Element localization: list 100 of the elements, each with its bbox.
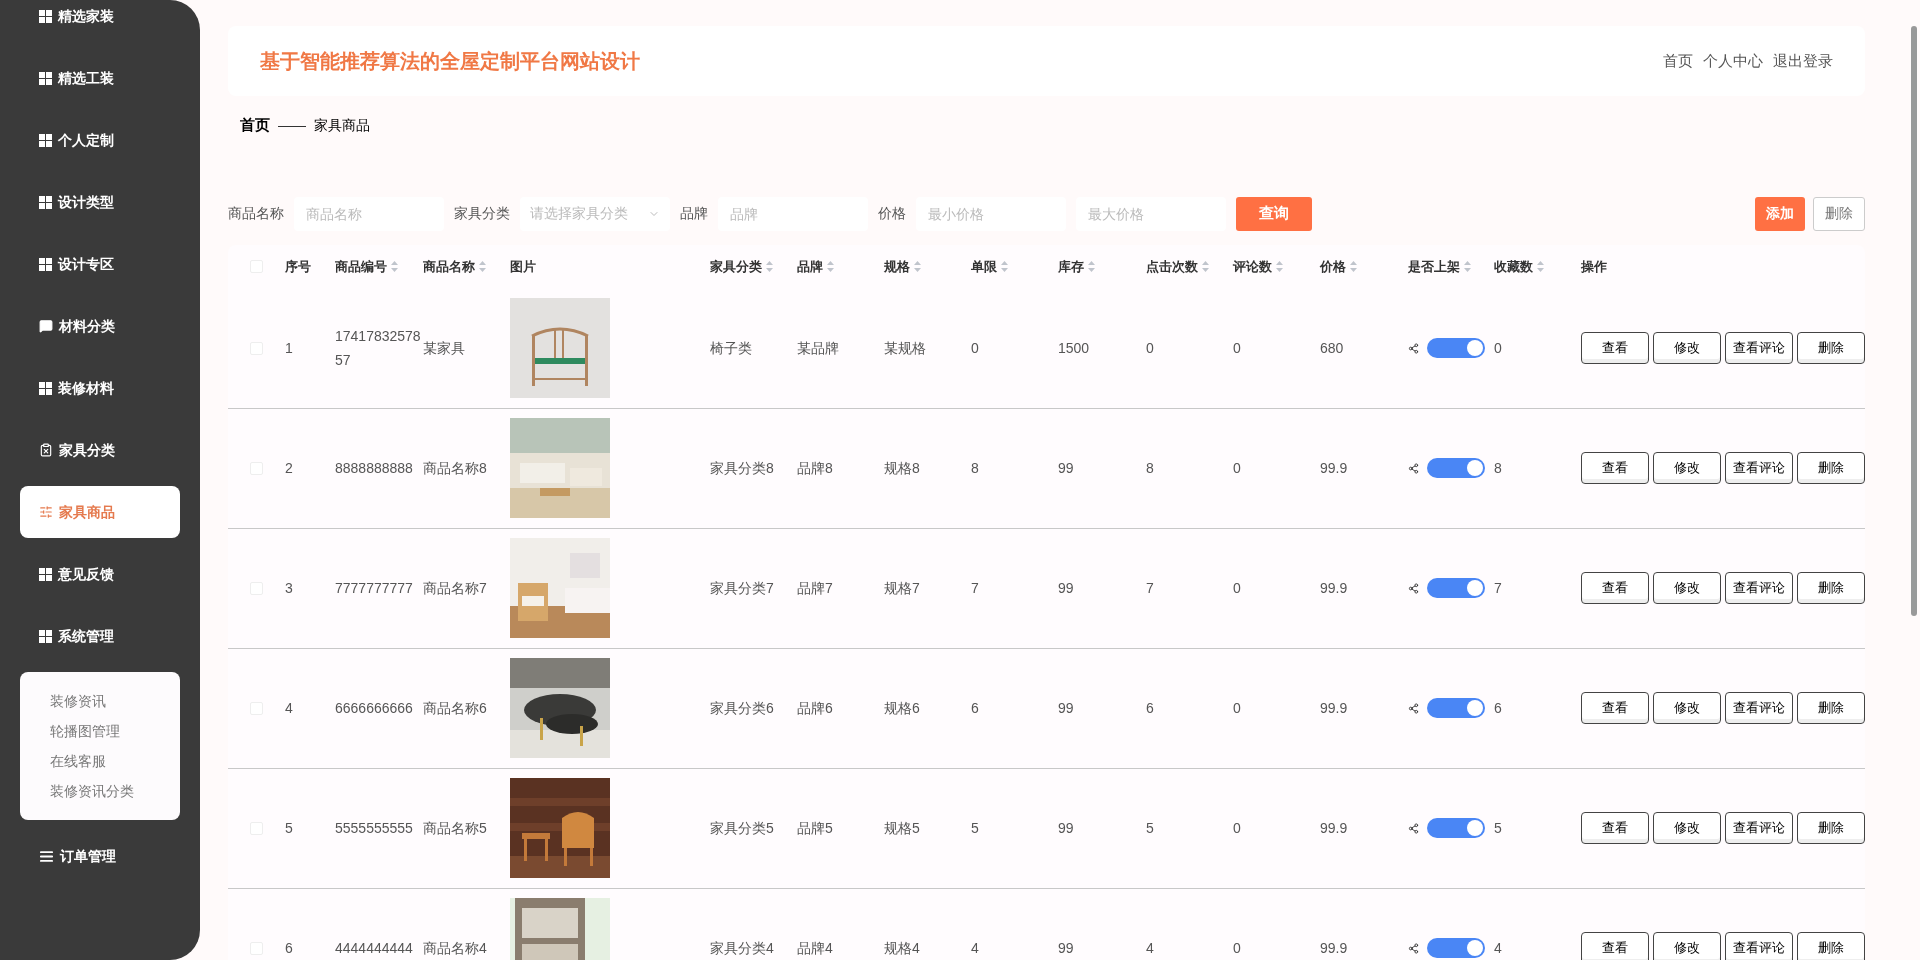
toggle-switch[interactable] — [1427, 578, 1485, 598]
table-cell: 品牌6 — [797, 699, 833, 716]
toggle-switch[interactable] — [1427, 818, 1485, 838]
table-cell: 6 — [285, 940, 293, 956]
sort-icon[interactable] — [1464, 261, 1471, 272]
table-cell: 5555555555 — [335, 820, 413, 836]
sort-icon[interactable] — [1350, 261, 1357, 272]
table-cell: 7777777777 — [335, 580, 413, 596]
table-cell: 2 — [285, 460, 293, 476]
share-icon[interactable] — [1408, 942, 1419, 954]
action-button[interactable]: 查看评论 — [1725, 452, 1793, 484]
action-button[interactable]: 删除 — [1797, 452, 1865, 484]
action-button[interactable]: 删除 — [1797, 572, 1865, 604]
action-button[interactable]: 查看 — [1581, 332, 1649, 364]
table-cell: 99.9 — [1320, 579, 1348, 596]
share-icon[interactable] — [1408, 822, 1419, 834]
sidebar-item[interactable]: 精选家装 — [20, 0, 180, 42]
column-header: 是否上架 — [1408, 257, 1460, 276]
table-cell: 椅子类 — [710, 339, 752, 356]
sidebar-item[interactable]: 材料分类 — [20, 300, 180, 352]
nav-link[interactable]: 退出登录 — [1773, 49, 1833, 73]
sort-icon[interactable] — [1276, 261, 1283, 272]
toggle-switch[interactable] — [1427, 938, 1485, 958]
column-header: 图片 — [510, 257, 536, 276]
sidebar-item[interactable]: 家具分类 — [20, 424, 180, 476]
sidebar-item[interactable]: 设计专区 — [20, 238, 180, 290]
sidebar-item[interactable]: 意见反馈 — [20, 548, 180, 600]
submenu-item[interactable]: 装修资讯分类 — [50, 776, 150, 806]
action-button[interactable]: 修改 — [1653, 452, 1721, 484]
sort-icon[interactable] — [479, 261, 486, 272]
table-cell: 5 — [285, 820, 293, 836]
sort-icon[interactable] — [827, 261, 834, 272]
action-button[interactable]: 查看评论 — [1725, 932, 1793, 960]
sidebar-item[interactable]: 装修材料 — [20, 362, 180, 414]
submenu-item[interactable]: 轮播图管理 — [50, 716, 150, 746]
action-button[interactable]: 删除 — [1797, 692, 1865, 724]
submenu-item[interactable]: 在线客服 — [50, 746, 150, 776]
sort-icon[interactable] — [766, 261, 773, 272]
toggle-switch[interactable] — [1427, 698, 1485, 718]
action-button[interactable]: 查看 — [1581, 932, 1649, 960]
submenu-item[interactable]: 装修资讯 — [50, 686, 150, 716]
toggle-switch[interactable] — [1427, 458, 1485, 478]
sort-icon[interactable] — [1202, 261, 1209, 272]
share-icon[interactable] — [1408, 342, 1419, 354]
sort-icon[interactable] — [1537, 261, 1544, 272]
filter-input[interactable]: 最大价格 — [1076, 196, 1226, 231]
table-cell: 99.9 — [1320, 819, 1348, 836]
action-button[interactable]: 修改 — [1653, 572, 1721, 604]
action-button[interactable]: 删除 — [1797, 332, 1865, 364]
grid-icon — [39, 71, 52, 85]
action-button[interactable]: 查看 — [1581, 452, 1649, 484]
action-button[interactable]: 修改 — [1653, 932, 1721, 960]
table-cell: 规格4 — [884, 939, 920, 956]
table-cell: 0 — [971, 339, 979, 356]
table-cell: 99 — [1058, 579, 1074, 596]
action-button[interactable]: 查看评论 — [1725, 812, 1793, 844]
action-button[interactable]: 查看评论 — [1725, 332, 1793, 364]
filter-input[interactable]: 商品名称 — [294, 196, 444, 231]
action-button[interactable]: 查看 — [1581, 572, 1649, 604]
sort-icon[interactable] — [914, 261, 921, 272]
share-icon[interactable] — [1408, 702, 1419, 714]
sidebar-item[interactable]: 订单管理 — [20, 830, 180, 882]
column-header: 点击次数 — [1146, 257, 1198, 276]
sidebar-item[interactable]: 设计类型 — [20, 176, 180, 228]
action-button[interactable]: 修改 — [1653, 692, 1721, 724]
action-button[interactable]: 查看 — [1581, 812, 1649, 844]
share-icon[interactable] — [1408, 582, 1419, 594]
sidebar-item[interactable]: 系统管理 — [20, 610, 180, 662]
action-button[interactable]: 删除 — [1797, 932, 1865, 960]
toggle-switch[interactable] — [1427, 338, 1485, 358]
table-cell: 0 — [1233, 699, 1241, 716]
delete-button[interactable]: 删除 — [1813, 196, 1865, 231]
action-button[interactable]: 删除 — [1797, 812, 1865, 844]
sort-icon[interactable] — [391, 261, 398, 272]
sliders-icon — [39, 505, 53, 519]
table-cell: 某家具 — [423, 340, 465, 356]
column-header: 单限 — [971, 257, 997, 276]
nav-link[interactable]: 个人中心 — [1703, 49, 1763, 73]
filter-input[interactable]: 品牌 — [718, 196, 868, 231]
nav-link[interactable]: 首页 — [1663, 49, 1693, 73]
table-cell: 某品牌 — [797, 339, 839, 356]
action-button[interactable]: 查看 — [1581, 692, 1649, 724]
action-button[interactable]: 修改 — [1653, 812, 1721, 844]
filter-label: 商品名称 — [228, 204, 284, 223]
sidebar-item[interactable]: 个人定制 — [20, 114, 180, 166]
grid-icon — [39, 9, 52, 23]
table-cell: 99 — [1058, 699, 1074, 716]
filter-input[interactable]: 最小价格 — [916, 196, 1066, 231]
sort-icon[interactable] — [1088, 261, 1095, 272]
table-cell: 99.9 — [1320, 939, 1348, 956]
breadcrumb-home[interactable]: 首页 — [240, 114, 270, 137]
table-cell: 680 — [1320, 339, 1344, 356]
sidebar-item[interactable]: 精选工装 — [20, 52, 180, 104]
action-button[interactable]: 查看评论 — [1725, 572, 1793, 604]
table-cell: 家具分类7 — [710, 579, 774, 596]
table-cell: 6666666666 — [335, 700, 413, 716]
share-icon[interactable] — [1408, 462, 1419, 474]
action-button[interactable]: 修改 — [1653, 332, 1721, 364]
action-button[interactable]: 查看评论 — [1725, 692, 1793, 724]
sort-icon[interactable] — [1001, 261, 1008, 272]
